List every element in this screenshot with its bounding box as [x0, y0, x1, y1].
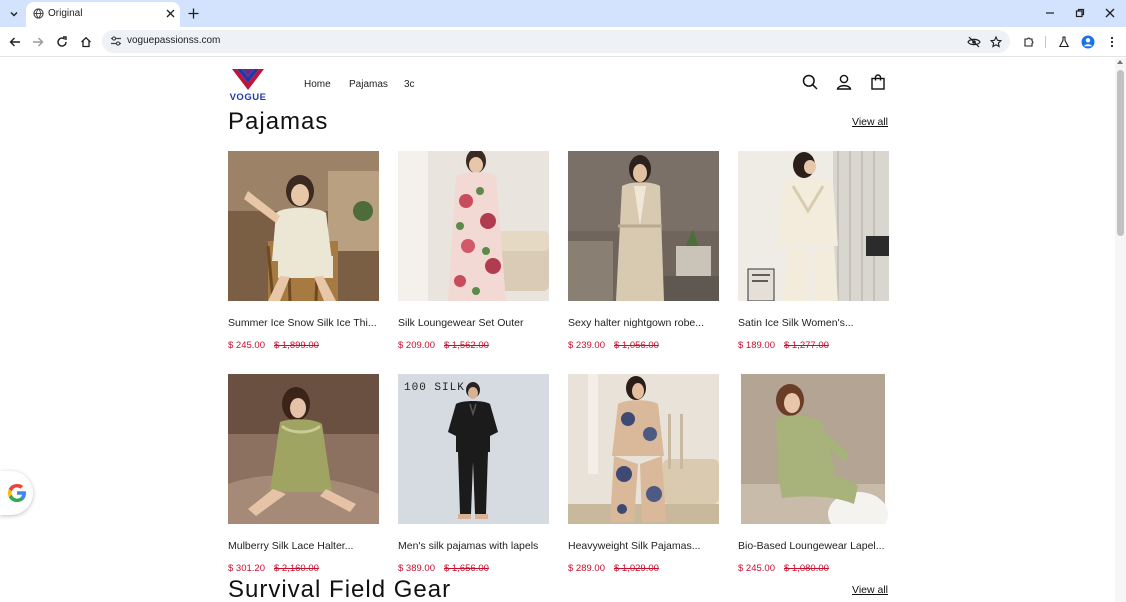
view-all-survival-link[interactable]: View all	[852, 584, 888, 596]
product-price: $ 245.00	[228, 340, 265, 351]
profile-avatar-icon[interactable]	[1079, 33, 1097, 51]
product-old-price: $ 2,160.00	[274, 563, 319, 574]
product-price: $ 189.00	[738, 340, 775, 351]
page-scrollbar[interactable]	[1115, 58, 1126, 602]
product-old-price: $ 1,656.00	[444, 563, 489, 574]
product-old-price: $ 1,277.00	[784, 340, 829, 351]
product-image[interactable]	[228, 151, 379, 301]
product-old-price: $ 1,080.00	[784, 563, 829, 574]
bookmark-star-icon[interactable]	[988, 34, 1003, 49]
address-bar[interactable]: voguepassionss.com	[102, 30, 1010, 53]
product-title[interactable]: Sexy halter nightgown robe...	[568, 317, 726, 329]
product-old-price: $ 1,056.00	[614, 340, 659, 351]
home-icon[interactable]	[77, 33, 95, 51]
product-price: $ 239.00	[568, 340, 605, 351]
browser-tab[interactable]: Original	[26, 2, 180, 27]
extensions-puzzle-icon[interactable]	[1020, 33, 1038, 51]
product-price: $ 301.20	[228, 563, 265, 574]
browser-tabstrip: Original	[0, 0, 1126, 27]
tab-search-chevron-icon[interactable]	[5, 5, 23, 23]
product-image[interactable]	[568, 374, 719, 524]
product-price: $ 209.00	[398, 340, 435, 351]
toolbar-separator	[1045, 36, 1046, 48]
scrollbar-thumb[interactable]	[1117, 70, 1124, 236]
new-tab-plus-icon[interactable]	[185, 5, 201, 21]
vogue-v-logo-icon	[232, 69, 264, 90]
product-image[interactable]: 100 SILK	[398, 374, 549, 524]
product-price: $ 245.00	[738, 563, 775, 574]
nav-pajamas[interactable]: Pajamas	[349, 79, 388, 90]
view-all-pajamas-link[interactable]: View all	[852, 116, 888, 128]
restore-icon[interactable]	[1070, 4, 1090, 22]
page-viewport: VOGUE Home Pajamas 3c Pajamas View all S…	[0, 58, 1115, 602]
product-image[interactable]	[738, 151, 889, 301]
scroll-up-arrow-icon[interactable]	[1117, 60, 1123, 64]
product-title[interactable]: Satin Ice Silk Women's...	[738, 317, 896, 329]
section-title-survival-field-gear: Survival Field Gear	[228, 576, 452, 602]
account-icon[interactable]	[835, 73, 853, 91]
product-image[interactable]	[568, 151, 719, 301]
product-old-price: $ 1,029.00	[614, 563, 659, 574]
reload-icon[interactable]	[53, 33, 71, 51]
minimize-icon[interactable]	[1040, 4, 1060, 22]
globe-icon	[33, 8, 44, 19]
google-translate-button[interactable]	[0, 471, 33, 515]
product-price: $ 289.00	[568, 563, 605, 574]
product-image[interactable]	[228, 374, 379, 524]
google-g-icon	[7, 484, 26, 502]
product-title[interactable]: Silk Loungewear Set Outer	[398, 317, 556, 329]
forward-arrow-icon[interactable]	[29, 33, 47, 51]
image-caption: 100 SILK	[404, 382, 465, 394]
eye-off-icon[interactable]	[966, 34, 981, 49]
tab-title: Original	[48, 8, 83, 19]
search-icon[interactable]	[801, 73, 819, 91]
nav-3c[interactable]: 3c	[404, 79, 415, 90]
product-title[interactable]: Heavyweight Silk Pajamas...	[568, 540, 726, 552]
site-logo[interactable]: VOGUE	[228, 68, 270, 104]
labs-flask-icon[interactable]	[1055, 33, 1073, 51]
section-title-pajamas: Pajamas	[228, 108, 329, 135]
site-settings-icon[interactable]	[110, 35, 122, 47]
product-title[interactable]: Bio-Based Loungewear Lapel...	[738, 540, 896, 552]
close-window-icon[interactable]	[1100, 4, 1120, 22]
nav-home[interactable]: Home	[304, 79, 331, 90]
product-price: $ 389.00	[398, 563, 435, 574]
tab-close-icon[interactable]	[163, 6, 178, 21]
product-image[interactable]	[738, 374, 889, 524]
product-old-price: $ 1,562.00	[444, 340, 489, 351]
back-arrow-icon[interactable]	[6, 33, 24, 51]
cart-bag-icon[interactable]	[869, 73, 887, 91]
url-text[interactable]: voguepassionss.com	[127, 35, 220, 46]
logo-text: VOGUE	[229, 92, 267, 103]
product-image[interactable]	[398, 151, 549, 301]
browser-toolbar: voguepassionss.com	[0, 27, 1126, 57]
product-title[interactable]: Mulberry Silk Lace Halter...	[228, 540, 386, 552]
product-title[interactable]: Summer Ice Snow Silk Ice Thi...	[228, 317, 386, 329]
browser-menu-icon[interactable]	[1103, 33, 1121, 51]
product-old-price: $ 1,899.00	[274, 340, 319, 351]
product-title[interactable]: Men's silk pajamas with lapels	[398, 540, 556, 552]
